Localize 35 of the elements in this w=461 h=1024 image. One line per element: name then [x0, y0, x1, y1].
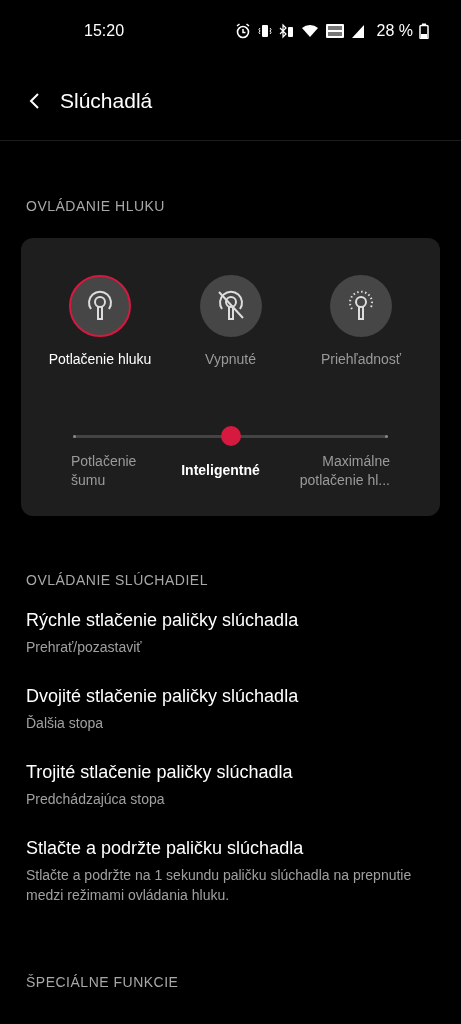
battery-icon — [419, 23, 429, 39]
item-title: Trojité stlačenie paličky slúchadla — [26, 762, 294, 783]
battery-percentage: 28 % — [376, 22, 413, 40]
bluetooth-battery-icon — [278, 23, 295, 39]
item-title: Dvojité stlačenie paličky slúchadla — [26, 686, 300, 707]
section-header: OVLÁDANIE HLUKU — [25, 197, 166, 216]
settings-item[interactable]: Dvojité stlačenie paličky slúchadla Ďalšia stopa — [0, 674, 461, 750]
item-title: Rýchle stlačenie paličky slúchadla — [26, 610, 300, 631]
mode-label: Priehľadnosť — [320, 351, 402, 367]
wifi-icon — [300, 23, 319, 39]
earbud-off-icon — [215, 289, 246, 323]
settings-item[interactable]: Rýchle stlačenie paličky slúchadla Prehrať/pozastaviť — [0, 598, 461, 674]
section-header: OVLÁDANIE SLÚCHADIEL — [25, 571, 209, 590]
vibrate-icon — [256, 23, 273, 39]
item-subtitle: Predchádzajúca stopa — [26, 790, 166, 809]
item-subtitle: Ďalšia stopa — [26, 714, 105, 733]
slider-stop-label[interactable]: Inteligentné — [165, 461, 276, 480]
earbud-dotted-icon — [346, 289, 376, 323]
settings-item[interactable]: Trojité stlačenie paličky slúchadla Predchádzajúca stopa — [0, 750, 461, 826]
slider-stop-label[interactable]: Potlačenie šumu — [71, 452, 161, 490]
signal-icon — [350, 23, 365, 39]
item-title: Stlačte a podržte paličku slúchadla — [26, 838, 305, 859]
settings-item[interactable]: Stlačte a podržte paličku slúchadla Stlačte a podržte na 1 sekundu paličku slúchadla na prepnutie medzi režimami ovládania hluku. — [0, 826, 461, 922]
mode-label: Potlačenie hluku — [48, 351, 152, 367]
earbud-icon — [85, 289, 115, 323]
item-subtitle: Stlačte a podržte na 1 sekundu paličku slúchadla na prepnutie medzi režimami ovládania hluku. — [26, 866, 413, 905]
alarm-clock-icon — [234, 23, 251, 39]
slider-thumb[interactable] — [220, 426, 241, 446]
status-time: 15:20 — [84, 22, 125, 40]
slider-stop-label[interactable]: Maximálne potlačenie hl... — [280, 452, 390, 490]
section-header: ŠPECIÁLNE FUNKCIE — [25, 973, 180, 992]
mode-label: Vypnuté — [205, 351, 256, 367]
back-icon[interactable] — [28, 92, 40, 110]
page-title: Slúchadlá — [60, 89, 153, 113]
item-subtitle: Prehrať/pozastaviť — [26, 638, 143, 657]
